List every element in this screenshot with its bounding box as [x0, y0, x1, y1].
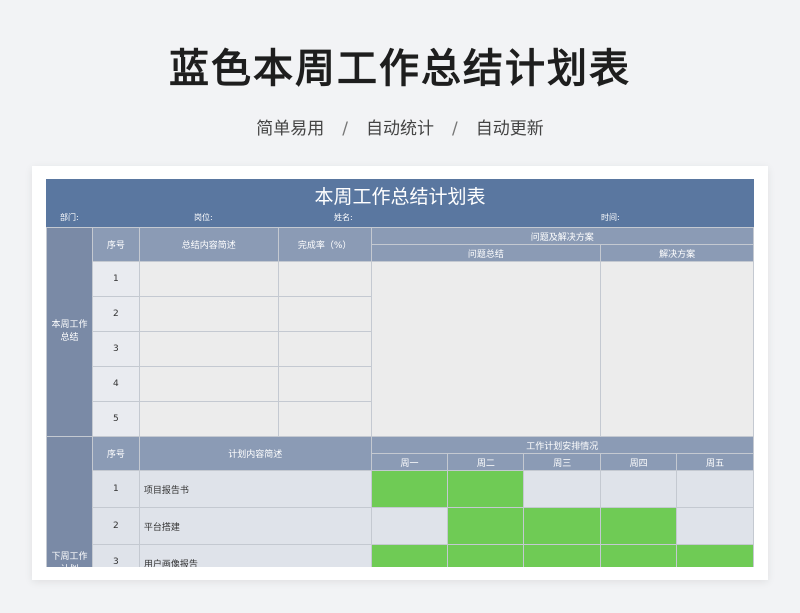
schedule-cell[interactable]: [523, 470, 602, 508]
plan-content-cell[interactable]: 平台搭建: [138, 507, 372, 545]
summary-content-cell[interactable]: [138, 296, 279, 332]
summary-rate-cell[interactable]: [277, 261, 372, 297]
feature-item: 简单易用: [256, 119, 325, 139]
meta-name-label: 姓名:: [334, 213, 353, 222]
schedule-cell[interactable]: [447, 507, 525, 545]
summary-rate-cell[interactable]: [277, 401, 372, 437]
summary-col-rate: 完成率（%）: [277, 227, 372, 262]
plan-row-index: 2: [91, 507, 140, 545]
day-header: 周四: [600, 453, 678, 471]
schedule-cell[interactable]: [676, 470, 754, 508]
schedule-cell[interactable]: [600, 544, 678, 567]
issue-summary-cell[interactable]: [370, 261, 602, 437]
meta-position-label: 岗位:: [194, 213, 213, 222]
plan-col-schedule: 工作计划安排情况: [370, 436, 754, 454]
day-header: 周一: [370, 453, 449, 471]
schedule-cell[interactable]: [370, 470, 449, 508]
plan-col-content: 计划内容简述: [138, 436, 372, 471]
summary-content-cell[interactable]: [138, 401, 279, 437]
plan-row: 3 用户画像报告: [47, 544, 754, 567]
summary-content-cell[interactable]: [138, 331, 279, 367]
summary-col-solution: 解决方案: [600, 244, 754, 262]
work-table: 本周工作总结 序号 总结内容简述 完成率（%） 问题及解决方案 问题总结 解决方…: [46, 227, 754, 567]
summary-row-index: 2: [91, 296, 140, 332]
schedule-cell[interactable]: [523, 507, 602, 545]
plan-section-label: 下周工作计划: [46, 436, 93, 567]
day-header: 周二: [447, 453, 525, 471]
plan-content-cell[interactable]: 用户画像报告: [138, 544, 372, 567]
summary-rate-cell[interactable]: [277, 366, 372, 402]
schedule-cell[interactable]: [370, 507, 449, 545]
schedule-cell[interactable]: [676, 507, 754, 545]
spreadsheet: 本周工作总结计划表 部门: 岗位: 姓名: 时间: 本周工作总结 序号 总结内容…: [46, 179, 754, 567]
feature-list: 简单易用 / 自动统计 / 自动更新: [0, 114, 800, 139]
sheet-title: 本周工作总结计划表: [314, 186, 486, 208]
summary-section-label: 本周工作总结: [46, 227, 93, 437]
plan-col-index: 序号: [91, 436, 140, 471]
schedule-cell[interactable]: [447, 470, 525, 508]
meta-dept-label: 部门:: [60, 213, 79, 222]
schedule-cell[interactable]: [447, 544, 525, 567]
day-header: 周五: [676, 453, 754, 471]
schedule-cell[interactable]: [600, 470, 678, 508]
schedule-cell[interactable]: [370, 544, 449, 567]
feature-separator: /: [452, 119, 458, 139]
summary-rate-cell[interactable]: [277, 331, 372, 367]
meta-time-label: 时间:: [601, 213, 620, 222]
plan-row: 1 项目报告书: [47, 470, 754, 508]
summary-content-cell[interactable]: [138, 366, 279, 402]
schedule-cell[interactable]: [523, 544, 602, 567]
feature-separator: /: [342, 119, 348, 139]
summary-row-index: 5: [91, 401, 140, 437]
sheet-header: 本周工作总结计划表 部门: 岗位: 姓名: 时间:: [46, 179, 754, 227]
summary-row-index: 4: [91, 366, 140, 402]
summary-row-index: 1: [91, 261, 140, 297]
plan-content-cell[interactable]: 项目报告书: [138, 470, 372, 508]
day-header: 周三: [523, 453, 602, 471]
solution-cell[interactable]: [600, 261, 754, 437]
summary-col-index: 序号: [91, 227, 140, 262]
plan-row: 2 平台搭建: [47, 507, 754, 545]
summary-col-content: 总结内容简述: [138, 227, 279, 262]
summary-col-issues: 问题及解决方案: [370, 227, 754, 245]
feature-item: 自动统计: [366, 119, 434, 139]
page-title: 蓝色本周工作总结计划表: [169, 46, 631, 92]
feature-item: 自动更新: [475, 119, 544, 139]
summary-row-index: 3: [91, 331, 140, 367]
plan-row-index: 1: [91, 470, 140, 508]
schedule-cell[interactable]: [600, 507, 678, 545]
plan-row-index: 3: [91, 544, 140, 567]
schedule-cell[interactable]: [676, 544, 754, 567]
spreadsheet-preview-card: 本周工作总结计划表 部门: 岗位: 姓名: 时间: 本周工作总结 序号 总结内容…: [32, 166, 768, 580]
summary-col-issue-summary: 问题总结: [370, 244, 602, 262]
summary-content-cell[interactable]: [138, 261, 279, 297]
summary-rate-cell[interactable]: [277, 296, 372, 332]
